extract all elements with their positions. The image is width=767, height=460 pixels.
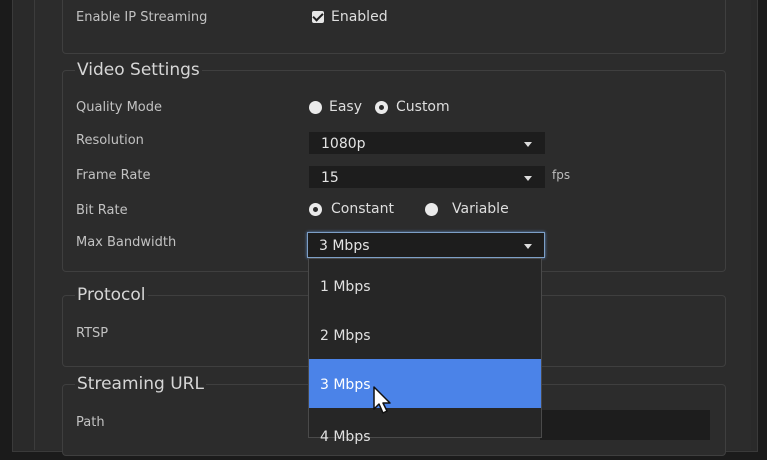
option-label: 4 Mbps <box>320 429 371 445</box>
rtsp-label: RTSP <box>76 326 109 341</box>
chevron-down-icon <box>524 142 532 147</box>
quality-mode-custom-radio[interactable] <box>375 101 388 114</box>
dropdown-option-2-mbps[interactable]: 2 Mbps <box>309 310 541 359</box>
resolution-label: Resolution <box>76 133 144 148</box>
quality-mode-easy-radio[interactable] <box>309 101 322 114</box>
quality-mode-label: Quality Mode <box>76 100 163 115</box>
bit-rate-constant-radio[interactable] <box>309 203 322 216</box>
option-label: 2 Mbps <box>320 328 371 344</box>
path-label: Path <box>76 415 105 430</box>
frame-rate-unit: fps <box>552 168 571 182</box>
frame-rate-label: Frame Rate <box>76 168 151 183</box>
bit-rate-constant-label: Constant <box>331 201 394 217</box>
option-label: 1 Mbps <box>320 279 371 295</box>
bit-rate-variable-label: Variable <box>452 201 509 217</box>
quality-mode-custom-label: Custom <box>396 99 450 115</box>
mouse-pointer-icon <box>373 386 391 414</box>
enable-ip-streaming-label: Enable IP Streaming <box>76 10 208 25</box>
path-input[interactable] <box>540 410 710 440</box>
bit-rate-variable-radio[interactable] <box>425 203 438 216</box>
streaming-url-legend: Streaming URL <box>75 374 206 394</box>
option-label: 3 Mbps <box>320 377 371 393</box>
bit-rate-label: Bit Rate <box>76 203 128 218</box>
dropdown-option-3-mbps[interactable]: 3 Mbps <box>309 359 541 408</box>
dropdown-option-4-mbps[interactable]: 4 Mbps <box>309 411 541 460</box>
max-bandwidth-label: Max Bandwidth <box>76 235 177 250</box>
max-bandwidth-select[interactable]: 3 Mbps <box>307 232 545 258</box>
dropdown-option-1-mbps[interactable]: 1 Mbps <box>309 261 541 310</box>
chevron-down-icon <box>524 176 532 181</box>
resolution-select[interactable]: 1080p <box>309 132 545 154</box>
protocol-legend: Protocol <box>75 285 148 305</box>
max-bandwidth-dropdown-list: 1 Mbps 2 Mbps 3 Mbps 4 Mbps <box>308 258 542 444</box>
frame-rate-select[interactable]: 15 <box>309 166 545 188</box>
ip-streaming-fieldset <box>62 0 726 54</box>
enable-ip-streaming-checkbox[interactable] <box>312 11 324 23</box>
max-bandwidth-value: 3 Mbps <box>319 238 370 254</box>
video-settings-legend: Video Settings <box>75 60 202 80</box>
chevron-down-icon <box>524 244 532 249</box>
quality-mode-easy-label: Easy <box>329 99 363 115</box>
resolution-value: 1080p <box>321 136 366 152</box>
enabled-checkbox-label: Enabled <box>331 9 388 25</box>
frame-rate-value: 15 <box>321 170 339 186</box>
